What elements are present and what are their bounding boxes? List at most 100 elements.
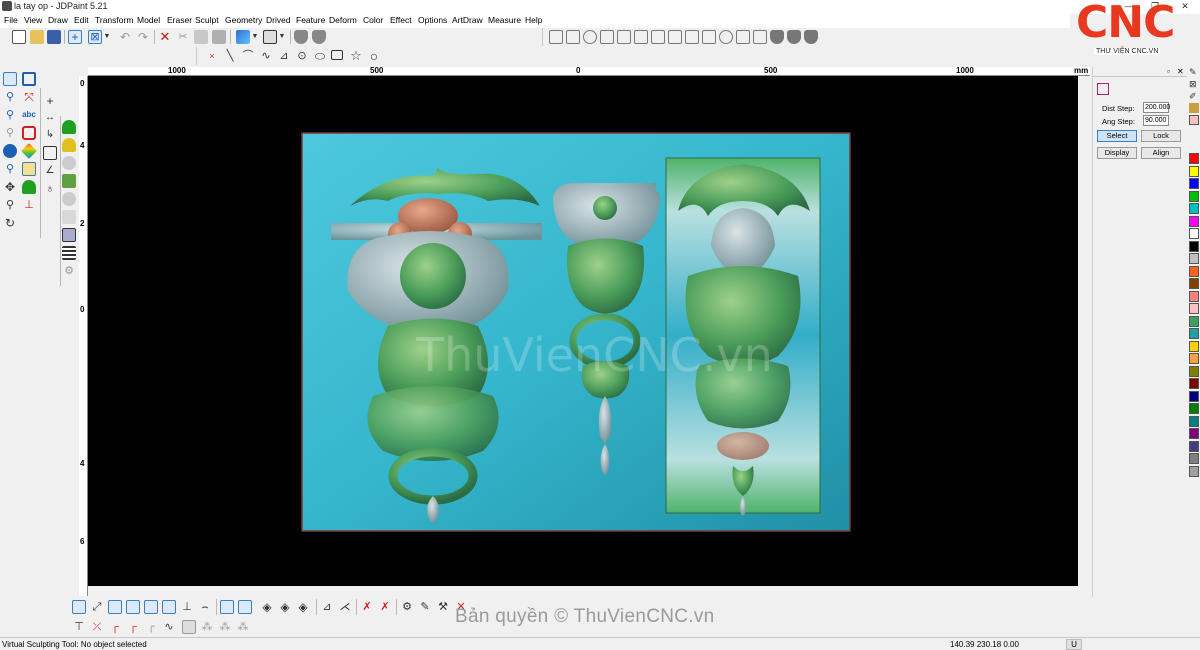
menu-effect[interactable]: Effect bbox=[390, 15, 412, 25]
view-left-icon[interactable] bbox=[617, 30, 631, 44]
new-file-icon[interactable] bbox=[12, 30, 26, 44]
copy-object-icon[interactable] bbox=[753, 30, 767, 44]
color-swatch[interactable] bbox=[1189, 253, 1199, 264]
polyline-icon[interactable]: ⊿ bbox=[277, 49, 291, 63]
select-button[interactable]: Select bbox=[1097, 130, 1137, 142]
snap-settings-icon[interactable] bbox=[1097, 83, 1109, 95]
lock-button[interactable]: Lock bbox=[1141, 130, 1181, 142]
trim-curve-icon[interactable]: ⊤ bbox=[72, 620, 86, 634]
color-swatch[interactable] bbox=[1189, 165, 1199, 177]
bounding-box-icon[interactable] bbox=[43, 146, 57, 160]
bulb-green-icon[interactable] bbox=[62, 120, 76, 134]
horizontal-scrollbar[interactable] bbox=[88, 586, 1078, 596]
menu-file[interactable]: File bbox=[4, 15, 18, 25]
view-right-icon[interactable] bbox=[634, 30, 648, 44]
grid-icon[interactable] bbox=[702, 30, 716, 44]
round-corner-icon[interactable] bbox=[144, 600, 158, 614]
cube-view-icon[interactable] bbox=[236, 30, 250, 44]
menu-deform[interactable]: Deform bbox=[329, 15, 357, 25]
menu-view[interactable]: View bbox=[24, 15, 42, 25]
menu-draw[interactable]: Draw bbox=[48, 15, 68, 25]
round-icon[interactable]: ╭ bbox=[144, 620, 158, 634]
distance-icon[interactable]: ↔ bbox=[43, 111, 57, 125]
break-icon[interactable]: ⋌ bbox=[338, 600, 352, 614]
eye-icon[interactable] bbox=[3, 144, 17, 158]
dist-step-field[interactable]: 200.000 bbox=[1143, 102, 1170, 113]
perpendicular-icon[interactable]: ⊥ bbox=[180, 600, 194, 614]
brush-icon[interactable]: ✎ bbox=[1189, 67, 1199, 77]
view-iso-icon[interactable] bbox=[651, 30, 665, 44]
shield-icon[interactable] bbox=[787, 30, 801, 44]
dropdown-arrow-icon[interactable]: ▼ bbox=[103, 30, 111, 44]
menu-measure[interactable]: Measure bbox=[488, 15, 521, 25]
menu-artdraw[interactable]: ArtDraw bbox=[452, 15, 483, 25]
menu-options[interactable]: Options bbox=[418, 15, 447, 25]
color-swatch[interactable] bbox=[1189, 190, 1199, 202]
menu-feature[interactable]: Feature bbox=[296, 15, 325, 25]
sculpt-tool-icon[interactable] bbox=[22, 162, 36, 176]
corner-icon[interactable]: ┌ bbox=[108, 620, 122, 634]
align-button[interactable]: Align bbox=[1141, 147, 1181, 159]
zoom-window-icon[interactable] bbox=[3, 72, 17, 86]
join-icon[interactable]: ⤢ bbox=[90, 600, 104, 614]
color-swatch[interactable] bbox=[1189, 378, 1199, 389]
color-swatch[interactable] bbox=[1189, 453, 1199, 464]
shield-icon[interactable] bbox=[804, 30, 818, 44]
ang-step-field[interactable]: 90.000 bbox=[1143, 115, 1169, 126]
zoom-all-icon[interactable]: ⚲ bbox=[3, 162, 17, 176]
angle-icon[interactable]: ∠ bbox=[43, 164, 57, 178]
menu-drived[interactable]: Drived bbox=[266, 15, 291, 25]
color-swatch[interactable] bbox=[1189, 315, 1199, 327]
node-diamond-icon[interactable]: ◈ bbox=[260, 600, 274, 614]
color-swatch[interactable] bbox=[1189, 265, 1199, 277]
color-fill-icon[interactable] bbox=[21, 143, 37, 159]
raise-icon[interactable] bbox=[22, 180, 36, 194]
zoom-prev-icon[interactable]: ⚲ bbox=[3, 126, 17, 140]
gear-edit-icon[interactable]: ⚙ bbox=[400, 600, 414, 614]
rotate-view-icon[interactable]: ↻ bbox=[3, 216, 17, 230]
save-icon[interactable] bbox=[47, 30, 61, 44]
frame-icon[interactable] bbox=[182, 620, 196, 634]
eraser-icon[interactable] bbox=[62, 210, 76, 224]
color-swatch[interactable] bbox=[1189, 465, 1199, 477]
gear-icon[interactable] bbox=[719, 30, 733, 44]
extend-icon[interactable]: ⊿ bbox=[320, 600, 334, 614]
delete-icon[interactable]: ✕ bbox=[158, 30, 172, 44]
offset-icon[interactable]: ↳ bbox=[43, 128, 57, 142]
color-swatch[interactable] bbox=[1189, 228, 1199, 239]
viewport-canvas[interactable]: ThuVienCNC.vn bbox=[88, 76, 1078, 586]
menu-help[interactable]: Help bbox=[525, 15, 542, 25]
tangent-icon[interactable]: ⌢ bbox=[198, 600, 212, 614]
shield-icon[interactable] bbox=[294, 30, 308, 44]
color-swatch[interactable] bbox=[1189, 403, 1199, 414]
cut-icon[interactable]: ✂ bbox=[176, 30, 190, 44]
color-swatch[interactable] bbox=[1189, 303, 1199, 314]
color-swatch[interactable] bbox=[1189, 153, 1199, 164]
text-tool-icon[interactable]: abc bbox=[22, 108, 36, 122]
view-back-icon[interactable] bbox=[566, 30, 580, 44]
diamond-icon[interactable] bbox=[162, 600, 176, 614]
paste-icon[interactable] bbox=[212, 30, 226, 44]
snap-end-icon[interactable] bbox=[238, 600, 252, 614]
open-folder-icon[interactable] bbox=[30, 30, 44, 44]
view-bottom-icon[interactable] bbox=[600, 30, 614, 44]
select-box-icon[interactable]: ⊠ bbox=[88, 30, 102, 44]
wrench-icon[interactable]: ✎ bbox=[418, 600, 432, 614]
lasso-icon[interactable]: ♁ bbox=[43, 182, 57, 196]
color-swatch[interactable] bbox=[1189, 240, 1199, 252]
arc-icon[interactable]: ⌒ bbox=[241, 49, 255, 63]
trim-icon[interactable]: ⤧ bbox=[22, 90, 36, 104]
menu-edit[interactable]: Edit bbox=[74, 15, 89, 25]
zoom-out-icon[interactable]: ⚲ bbox=[3, 108, 17, 122]
stamp-icon[interactable] bbox=[62, 228, 76, 242]
panel-pin-icon[interactable]: ▫ bbox=[1167, 67, 1170, 76]
rectangle-icon[interactable] bbox=[331, 50, 343, 60]
cut-curve-icon[interactable]: ⤫ bbox=[90, 620, 104, 634]
view-top-icon[interactable] bbox=[583, 30, 597, 44]
spline-icon[interactable]: ∿ bbox=[259, 49, 273, 63]
copy-icon[interactable] bbox=[194, 30, 208, 44]
no-color-icon[interactable]: ⊠ bbox=[1189, 79, 1199, 89]
menu-eraser[interactable]: Eraser bbox=[167, 15, 192, 25]
color-swatch[interactable] bbox=[1189, 365, 1199, 377]
scatter-icon[interactable]: ⁂ bbox=[236, 620, 250, 634]
